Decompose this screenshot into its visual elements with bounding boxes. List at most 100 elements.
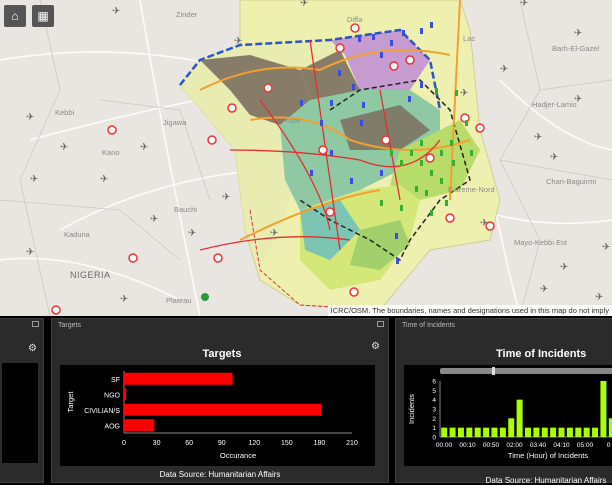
map-attribution: ICRC/OSM. The boundaries, names and desi… — [327, 305, 612, 316]
y-tick-label: NGO — [104, 392, 121, 399]
hospital-icon — [213, 253, 223, 263]
time-data-source: Data Source: Humanitarian Affairs — [485, 476, 607, 485]
country-label: NIGERIA — [70, 270, 111, 280]
person-icon — [415, 186, 418, 192]
targets-panel-header: Targets — [52, 319, 388, 332]
airplane-icon: ✈ — [120, 294, 128, 305]
y-tick-label: 4 — [432, 397, 436, 404]
place-label: Bauchi — [174, 205, 197, 214]
hospital-icon — [128, 253, 138, 263]
place-label: Mayo-Kebbi Est — [514, 238, 567, 247]
airplane-icon: ✈ — [140, 142, 148, 153]
x-axis-title: Occurance — [220, 451, 256, 460]
bar — [516, 399, 523, 437]
person-icon — [408, 96, 411, 102]
person-icon — [440, 150, 443, 156]
x-tick-label: 00:10 — [459, 442, 476, 449]
airplane-icon: ✈ — [112, 6, 120, 17]
time-panel-header: Time of Incidents — [402, 322, 456, 329]
x-tick-label: 180 — [314, 440, 326, 447]
place-label: Yobe — [284, 116, 301, 125]
bar — [491, 427, 498, 437]
airplane-icon: ✈ — [574, 28, 582, 39]
place-label: Extreme-Nord — [448, 185, 495, 194]
airplane-icon: ✈ — [460, 88, 468, 99]
person-icon — [320, 120, 323, 126]
airplane-icon: ✈ — [560, 262, 568, 273]
person-icon — [425, 190, 428, 196]
grid-button[interactable]: ▦ — [32, 5, 54, 27]
person-icon — [380, 200, 383, 206]
person-icon — [330, 150, 333, 156]
person-icon — [390, 150, 393, 156]
x-tick-label: 04:10 — [553, 442, 570, 449]
bar — [533, 427, 540, 437]
person-icon — [455, 90, 458, 96]
y-tick-label: 0 — [432, 435, 436, 442]
bar — [583, 427, 590, 437]
airplane-icon: ✈ — [60, 142, 68, 153]
bar — [441, 427, 448, 437]
targets-chart-svg: SF NGO CIVILIAN/S AOG 0 30 60 90 120 150 180 210 Occ… — [66, 371, 358, 460]
place-label: Jigawa — [163, 118, 187, 127]
airplane-icon: ✈ — [26, 112, 34, 123]
person-icon — [396, 258, 399, 264]
person-icon — [435, 88, 438, 94]
person-icon — [400, 205, 403, 211]
person-icon — [380, 52, 383, 58]
y-tick-label: 6 — [432, 379, 436, 386]
person-icon — [452, 160, 455, 166]
person-icon — [410, 150, 413, 156]
place-label: Hadjer-Lamis — [532, 100, 577, 109]
place-label: Kaduna — [64, 230, 90, 239]
person-icon — [430, 22, 433, 28]
targets-chart-title: Targets — [202, 348, 242, 360]
bar — [566, 427, 573, 437]
time-chart-title: Time of Incidents — [496, 348, 587, 360]
hospital-icon — [335, 43, 345, 53]
hospital-icon — [207, 135, 217, 145]
person-icon — [330, 100, 333, 106]
time-panel: Time of Incidents Time of Incidents 0 1 2 3… — [395, 318, 612, 485]
x-tick-label: 05:00 — [577, 442, 594, 449]
gear-icon[interactable]: ⚙ — [371, 341, 380, 352]
x-tick-label: 03:40 — [530, 442, 547, 449]
bar — [466, 427, 473, 437]
gear-icon[interactable]: ⚙ — [28, 343, 37, 354]
map-view[interactable]: ✈✈✈✈✈✈✈✈✈✈✈✈✈✈✈✈✈✈✈✈✈✈✈✈✈✈✈ ⌂ ▦ Zinder D… — [0, 0, 612, 316]
person-icon — [300, 100, 303, 106]
bar — [558, 427, 565, 437]
airplane-icon: ✈ — [270, 228, 278, 239]
left-panel: ⚙ — [0, 318, 44, 483]
airplane-icon: ✈ — [234, 36, 242, 47]
hospital-icon — [445, 213, 455, 223]
bar — [457, 427, 464, 437]
maximize-icon[interactable] — [32, 321, 39, 327]
hospital-icon — [107, 125, 117, 135]
person-icon — [395, 233, 398, 239]
dashboard-panels: ⚙ Targets Targets ⚙ SF NGO CIVILIAN/S AOG 0 3… — [0, 316, 612, 485]
place-label: Chari-Baguirmi — [546, 177, 597, 186]
map-canvas[interactable]: ✈✈✈✈✈✈✈✈✈✈✈✈✈✈✈✈✈✈✈✈✈✈✈✈✈✈✈ — [0, 0, 612, 316]
hospital-icon — [475, 123, 485, 133]
basemap-icon: ⌂ — [11, 9, 19, 23]
x-tick-label: 00:00 — [436, 442, 453, 449]
bar — [525, 427, 531, 437]
place-label: Kano — [102, 148, 120, 157]
left-panel-header — [0, 319, 43, 332]
person-icon — [358, 36, 361, 42]
range-slider — [440, 368, 612, 374]
basemap-button[interactable]: ⌂ — [4, 5, 26, 27]
time-chart: 0 1 2 3 4 5 6 00:00 00:10 00:50 02:00 03:40 04:10 05:… — [404, 365, 612, 466]
person-icon — [420, 160, 423, 166]
maximize-icon[interactable] — [377, 321, 384, 327]
airplane-icon: ✈ — [26, 247, 34, 258]
airplane-icon: ✈ — [534, 132, 542, 143]
airplane-icon: ✈ — [150, 214, 158, 225]
x-tick-label: 00:50 — [483, 442, 500, 449]
y-tick-label: 1 — [432, 425, 436, 432]
person-icon — [440, 178, 443, 184]
place-label: Lac — [463, 34, 476, 43]
bar — [124, 372, 233, 385]
hospital-icon — [485, 221, 495, 231]
